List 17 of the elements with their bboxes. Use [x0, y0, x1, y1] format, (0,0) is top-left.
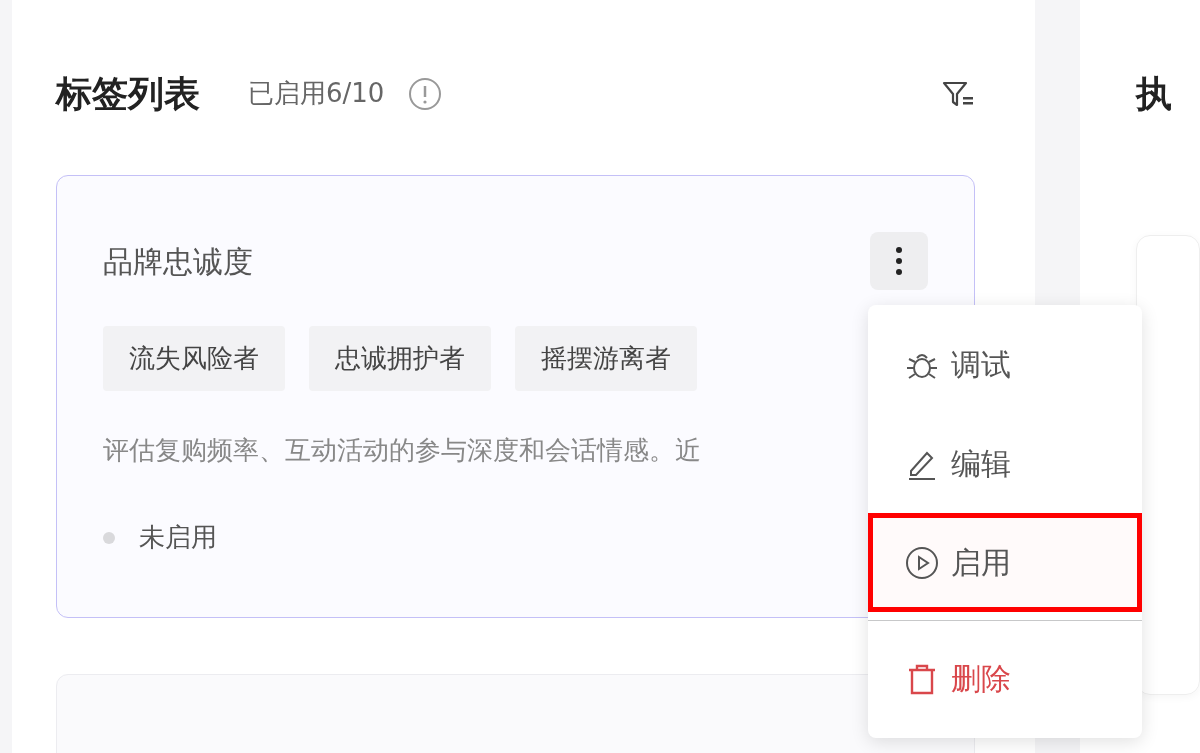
menu-item[interactable]: 启用: [868, 513, 1142, 612]
card-description: 评估复购频率、互动活动的参与深度和会话情感。近: [103, 434, 702, 468]
menu-item[interactable]: 调试: [868, 315, 1142, 414]
menu-item[interactable]: 删除: [868, 629, 1142, 728]
status-label: 未启用: [139, 521, 217, 555]
tag: 流失风险者: [103, 326, 285, 392]
panel-title: 标签列表: [56, 72, 200, 116]
menu-item[interactable]: 编辑: [868, 414, 1142, 513]
info-icon[interactable]: [408, 76, 443, 111]
enabled-count: 已启用6/10: [248, 77, 385, 111]
kebab-icon: [895, 246, 903, 277]
tag: 摇摆游离者: [515, 326, 697, 392]
card-title: 品牌忠诚度: [103, 242, 253, 281]
play-icon: [905, 545, 939, 580]
more-button[interactable]: [870, 232, 928, 291]
panel-title: 执: [1136, 72, 1173, 116]
tag: 忠诚拥护者: [309, 326, 491, 392]
